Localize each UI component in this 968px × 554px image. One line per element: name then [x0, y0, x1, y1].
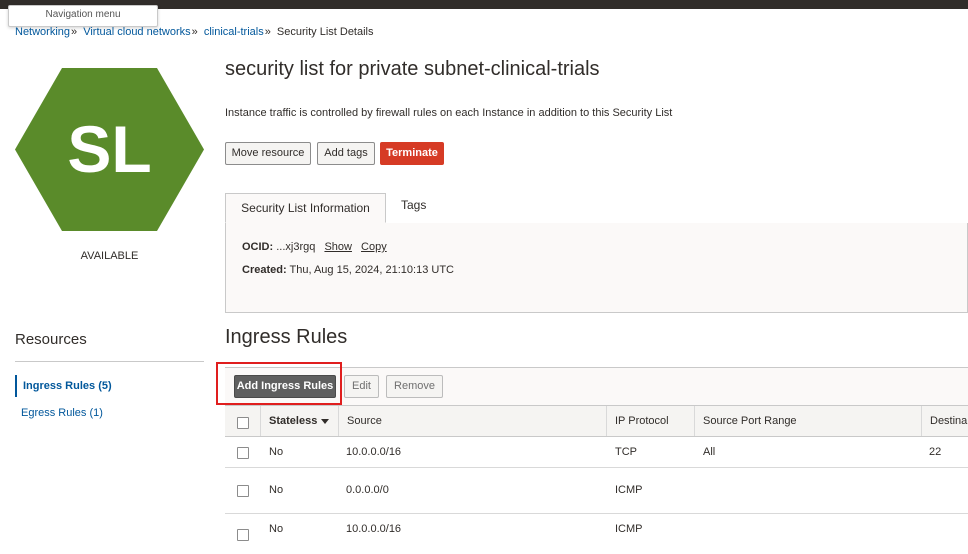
ocid-label: OCID: — [242, 241, 274, 253]
table-row: No 10.0.0.0/16 TCP All 22 — [225, 437, 968, 468]
details-tabs: Security List Information Tags — [225, 193, 968, 224]
cell-ip-protocol: ICMP — [615, 484, 643, 496]
tab-tags[interactable]: Tags — [401, 193, 426, 223]
highlight-box — [216, 362, 342, 405]
resources-divider — [15, 361, 204, 362]
breadcrumb-separator: » — [191, 26, 198, 38]
ingress-rules-title: Ingress Rules — [225, 326, 348, 348]
column-header-ip-protocol: IP Protocol — [606, 406, 694, 436]
column-header-source-port-range: Source Port Range — [694, 406, 921, 436]
select-all-checkbox[interactable] — [237, 417, 249, 429]
hexagon-text: SL — [67, 112, 151, 186]
tab-security-list-information[interactable]: Security List Information — [225, 193, 386, 223]
terminate-button[interactable]: Terminate — [380, 142, 444, 165]
ocid-copy-link[interactable]: Copy — [361, 241, 387, 253]
breadcrumb-separator: » — [71, 26, 78, 38]
cell-stateless: No — [269, 446, 284, 458]
column-header-source: Source — [338, 406, 606, 436]
created-label: Created: — [242, 264, 287, 276]
row-checkbox[interactable] — [237, 485, 249, 497]
breadcrumb-separator: » — [264, 26, 271, 38]
created-row: Created: Thu, Aug 15, 2024, 21:10:13 UTC — [242, 264, 454, 276]
breadcrumb-clinical-trials[interactable]: clinical-trials — [204, 26, 264, 38]
breadcrumb-virtual-cloud-networks[interactable]: Virtual cloud networks — [83, 26, 190, 38]
resource-item-count: (1) — [89, 407, 103, 419]
status-label: AVAILABLE — [80, 250, 139, 262]
column-header-stateless[interactable]: Stateless — [260, 406, 338, 436]
resource-item-count: (5) — [98, 380, 112, 392]
resource-item-ingress-rules[interactable]: Ingress Rules (5) — [15, 375, 204, 397]
resource-item-egress-rules[interactable]: Egress Rules (1) — [15, 402, 204, 424]
edit-button[interactable]: Edit — [344, 375, 379, 398]
created-value: Thu, Aug 15, 2024, 21:10:13 UTC — [289, 264, 454, 276]
breadcrumb: Networking» Virtual cloud networks» clin… — [15, 26, 374, 38]
sort-caret-icon — [321, 418, 330, 424]
resource-item-label: Ingress Rules — [23, 380, 96, 392]
cell-source: 0.0.0.0/0 — [346, 484, 389, 496]
row-checkbox[interactable] — [237, 529, 249, 541]
add-tags-button[interactable]: Add tags — [317, 142, 375, 165]
security-list-hexagon-icon: SL — [15, 68, 204, 231]
cell-source-port-range: All — [703, 446, 716, 458]
row-checkbox[interactable] — [237, 447, 249, 459]
remove-button[interactable]: Remove — [386, 375, 443, 398]
ocid-row: OCID: ...xj3rgq Show Copy — [242, 241, 387, 253]
cell-source: 10.0.0.0/16 — [346, 523, 402, 535]
table-header: Stateless Source IP Protocol Source Port… — [225, 405, 968, 437]
resource-item-label: Egress Rules — [21, 407, 87, 419]
ocid-show-link[interactable]: Show — [324, 241, 352, 253]
cell-source: 10.0.0.0/16 — [346, 446, 402, 458]
table-row: No 0.0.0.0/0 ICMP — [225, 468, 968, 514]
breadcrumb-current: Security List Details — [276, 26, 374, 38]
page-description: Instance traffic is controlled by firewa… — [225, 107, 673, 119]
breadcrumb-networking[interactable]: Networking — [15, 26, 70, 38]
column-header-destination: Destina — [921, 406, 968, 436]
cell-destination: 22 — [929, 446, 942, 458]
cell-ip-protocol: TCP — [615, 446, 637, 458]
cell-stateless: No — [269, 484, 284, 496]
cell-ip-protocol: ICMP — [615, 523, 643, 535]
resources-title: Resources — [15, 331, 87, 348]
ocid-value: ...xj3rgq — [276, 241, 316, 253]
info-panel: OCID: ...xj3rgq Show Copy Created: Thu, … — [225, 223, 968, 313]
navigation-menu-tooltip: Navigation menu — [8, 5, 158, 27]
page-title: security list for private subnet-clinica… — [225, 58, 600, 80]
move-resource-button[interactable]: Move resource — [225, 142, 311, 165]
cell-stateless: No — [269, 523, 284, 535]
column-header-label: Stateless — [269, 415, 318, 427]
table-row: No 10.0.0.0/16 ICMP — [225, 514, 968, 554]
